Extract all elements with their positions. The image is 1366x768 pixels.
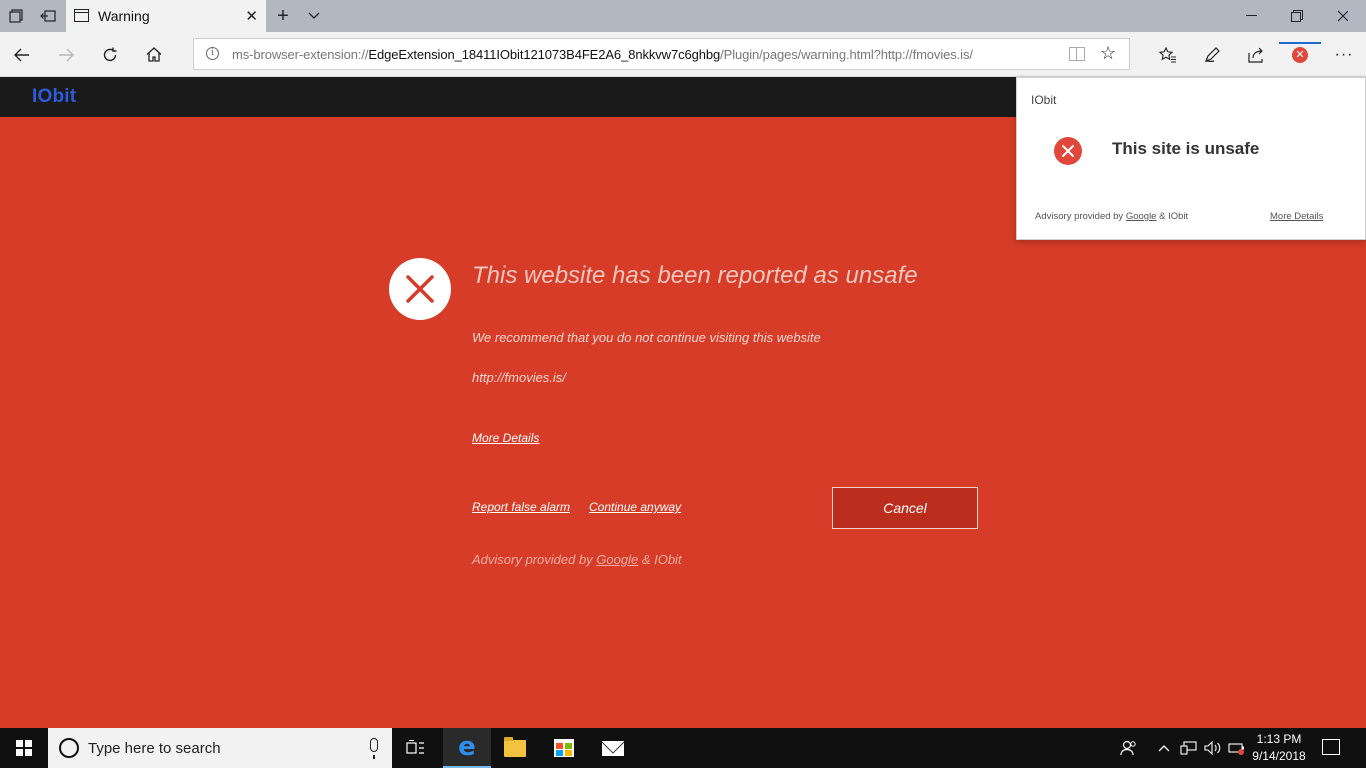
address-scheme: ms-browser-extension://	[232, 47, 369, 62]
iobit-logo: IObit	[32, 86, 77, 107]
popup-google-link[interactable]: Google	[1126, 211, 1157, 222]
star-icon[interactable]: ☆	[1100, 43, 1116, 64]
popup-advisory: Advisory provided by Google & IObit	[1035, 211, 1188, 222]
task-view-icon[interactable]	[392, 728, 440, 768]
back-icon[interactable]	[0, 32, 44, 77]
taskbar-search[interactable]: Type here to search	[48, 728, 392, 768]
system-clock[interactable]: 1:13 PM 9/14/2018	[1250, 731, 1308, 765]
more-icon[interactable]: ···	[1322, 32, 1366, 77]
restore-icon[interactable]	[1274, 0, 1320, 32]
iobit-extension-icon[interactable]: ✕	[1278, 32, 1322, 77]
mail-icon[interactable]	[589, 728, 637, 768]
reading-view-icon[interactable]	[1069, 47, 1085, 61]
extension-popup: IObit This site is unsafe Advisory provi…	[1016, 77, 1366, 240]
chevron-down-icon[interactable]	[298, 0, 330, 32]
page-icon	[74, 9, 89, 22]
browser-tab[interactable]: Warning ✕	[66, 0, 266, 32]
extension-active-indicator	[1279, 42, 1321, 44]
battery-icon[interactable]	[1226, 728, 1248, 768]
minimize-icon[interactable]	[1228, 0, 1274, 32]
unsafe-icon	[1054, 137, 1082, 165]
address-host: EdgeExtension_18411IObit121073B4FE2A6_8n…	[368, 47, 721, 62]
popup-brand: IObit	[1031, 93, 1057, 107]
danger-icon	[389, 258, 451, 320]
address-url[interactable]: ms-browser-extension://EdgeExtension_184…	[232, 47, 973, 62]
clock-date: 9/14/2018	[1252, 749, 1306, 763]
close-window-icon[interactable]	[1320, 0, 1366, 32]
forward-icon[interactable]	[44, 32, 88, 77]
store-icon[interactable]	[540, 728, 588, 768]
info-icon[interactable]: i	[206, 47, 219, 60]
file-explorer-icon[interactable]	[491, 728, 539, 768]
address-path: /Plugin/pages/warning.html?http://fmovie…	[720, 47, 973, 62]
volume-icon[interactable]	[1202, 728, 1224, 768]
warning-subtitle: We recommend that you do not continue vi…	[472, 330, 821, 345]
windows-icon[interactable]	[0, 728, 48, 768]
warning-title: This website has been reported as unsafe	[472, 262, 918, 289]
clock-time: 1:13 PM	[1256, 732, 1302, 746]
edge-icon[interactable]: e	[443, 728, 491, 768]
tab-actions-icon[interactable]	[0, 0, 32, 32]
new-tab-icon[interactable]: +	[267, 0, 299, 32]
popup-status: This site is unsafe	[1112, 139, 1260, 158]
close-icon[interactable]: ✕	[245, 7, 258, 25]
cancel-button[interactable]: Cancel	[832, 487, 978, 529]
advisory-prefix: Advisory provided by	[472, 552, 597, 567]
title-bar: Warning ✕ +	[0, 0, 1366, 32]
popup-advisory-suffix: & IObit	[1156, 211, 1189, 222]
continue-anyway-link[interactable]: Continue anyway	[589, 500, 681, 514]
popup-more-details-link[interactable]: More Details	[1270, 211, 1323, 222]
google-link[interactable]: Google	[596, 552, 638, 567]
advisory-suffix: & IObit	[638, 552, 682, 567]
network-icon[interactable]	[1178, 728, 1200, 768]
cortana-icon	[59, 738, 79, 758]
share-icon[interactable]	[1234, 32, 1278, 77]
chevron-up-icon[interactable]	[1152, 728, 1176, 768]
taskbar: Type here to search e 1:13 PM 9/14/2018	[0, 728, 1366, 768]
navigation-bar: i ms-browser-extension://EdgeExtension_1…	[0, 32, 1366, 77]
notifications-icon[interactable]	[1322, 739, 1340, 755]
back-tab-icon[interactable]	[32, 0, 64, 32]
site-url: http://fmovies.is/	[472, 370, 566, 385]
tab-title: Warning	[98, 8, 150, 24]
pen-icon[interactable]	[1190, 32, 1234, 77]
advisory-text: Advisory provided by Google & IObit	[472, 552, 682, 567]
popup-advisory-prefix: Advisory provided by	[1035, 211, 1126, 222]
search-placeholder: Type here to search	[88, 740, 221, 757]
report-false-alarm-link[interactable]: Report false alarm	[472, 500, 570, 514]
microphone-icon[interactable]	[370, 738, 378, 759]
address-bar[interactable]: i ms-browser-extension://EdgeExtension_1…	[193, 38, 1130, 70]
people-icon[interactable]	[1116, 728, 1142, 768]
more-details-link[interactable]: More Details	[472, 431, 539, 445]
refresh-icon[interactable]	[88, 32, 132, 77]
favorites-icon[interactable]	[1146, 32, 1190, 77]
home-icon[interactable]	[132, 32, 176, 77]
